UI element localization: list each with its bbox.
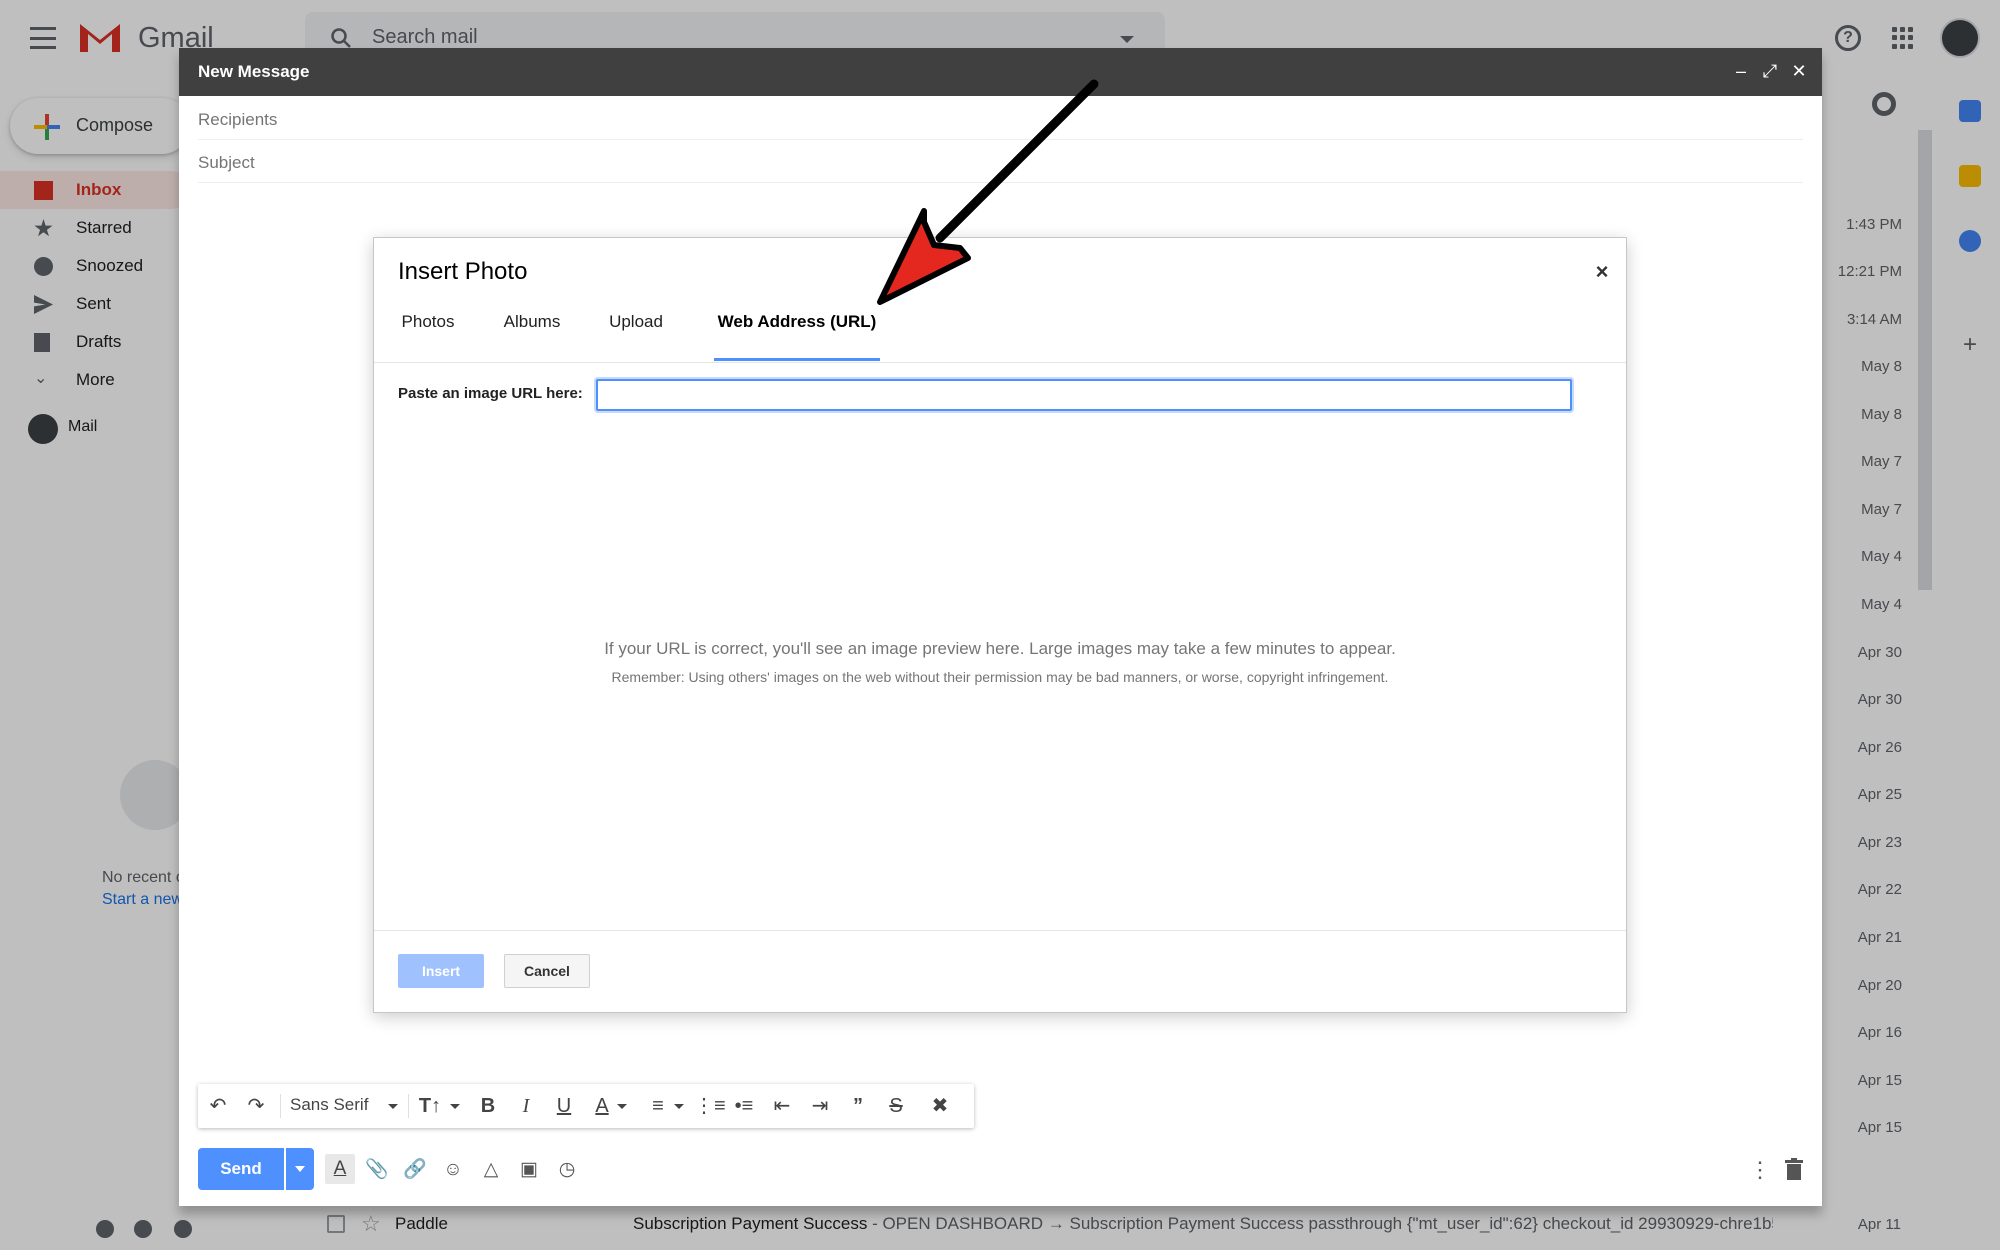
subject-placeholder: Subject bbox=[198, 153, 255, 172]
bulleted-list-icon[interactable]: •≡ bbox=[732, 1094, 756, 1118]
cancel-button[interactable]: Cancel bbox=[504, 954, 590, 988]
tab-photos[interactable]: Photos bbox=[398, 302, 458, 346]
italic-icon[interactable]: I bbox=[514, 1094, 538, 1118]
strikethrough-icon[interactable]: S bbox=[884, 1094, 908, 1118]
compose-header: New Message – ⤢ ✕ bbox=[179, 48, 1822, 96]
underline-icon[interactable]: U bbox=[552, 1094, 576, 1118]
drive-icon[interactable]: △ bbox=[479, 1158, 503, 1182]
url-label: Paste an image URL here: bbox=[398, 385, 583, 402]
active-tab-indicator bbox=[714, 358, 880, 361]
preview-hint: If your URL is correct, you'll see an im… bbox=[604, 639, 1396, 658]
insert-link-icon[interactable]: 🔗 bbox=[403, 1158, 427, 1182]
align-icon[interactable]: ≡ bbox=[646, 1094, 670, 1118]
emoji-icon[interactable]: ☺ bbox=[441, 1158, 465, 1182]
bold-icon[interactable]: B bbox=[476, 1094, 500, 1118]
recipients-field[interactable]: Recipients bbox=[198, 98, 1803, 140]
dialog-close-icon[interactable]: × bbox=[1590, 260, 1614, 284]
text-color-icon[interactable]: A bbox=[590, 1094, 614, 1118]
chevron-down-icon[interactable] bbox=[450, 1104, 460, 1109]
recipients-placeholder: Recipients bbox=[198, 110, 278, 129]
quote-icon[interactable]: ” bbox=[846, 1094, 870, 1118]
subject-field[interactable]: Subject bbox=[198, 141, 1803, 183]
image-url-input[interactable] bbox=[596, 379, 1572, 411]
dialog-title: Insert Photo bbox=[398, 258, 528, 285]
formatting-options-icon[interactable]: A bbox=[325, 1154, 355, 1184]
chevron-down-icon[interactable] bbox=[617, 1104, 627, 1109]
send-options-button[interactable] bbox=[286, 1148, 314, 1190]
tab-upload[interactable]: Upload bbox=[606, 302, 666, 346]
expand-icon[interactable]: ⤢ bbox=[1759, 60, 1781, 82]
insert-button[interactable]: Insert bbox=[398, 954, 484, 988]
attach-file-icon[interactable]: 📎 bbox=[365, 1158, 389, 1182]
trash-icon[interactable] bbox=[1785, 1158, 1803, 1180]
undo-icon[interactable]: ↶ bbox=[206, 1094, 230, 1118]
indent-less-icon[interactable]: ⇤ bbox=[770, 1094, 794, 1118]
send-button[interactable]: Send bbox=[198, 1148, 284, 1190]
compose-title: New Message bbox=[198, 62, 310, 81]
toolbar-divider bbox=[280, 1094, 281, 1118]
font-size-icon[interactable]: T↑ bbox=[418, 1094, 442, 1118]
insert-photo-dialog: Insert Photo × Photos Albums Upload Web … bbox=[373, 237, 1627, 1013]
confidential-mode-icon[interactable]: ◷ bbox=[555, 1158, 579, 1182]
close-icon[interactable]: ✕ bbox=[1788, 60, 1810, 82]
chevron-down-icon[interactable] bbox=[388, 1104, 398, 1109]
redo-icon[interactable]: ↷ bbox=[244, 1094, 268, 1118]
copyright-notice: Remember: Using others' images on the we… bbox=[611, 669, 1389, 685]
more-options-icon[interactable]: ⋮ bbox=[1749, 1158, 1771, 1182]
indent-more-icon[interactable]: ⇥ bbox=[808, 1094, 832, 1118]
tab-albums[interactable]: Albums bbox=[500, 302, 564, 346]
formatting-toolbar: ↶ ↷ Sans Serif T↑ B I U A ≡ ⋮≡ •≡ ⇤ ⇥ ” … bbox=[198, 1084, 974, 1128]
insert-photo-icon[interactable]: ▣ bbox=[517, 1158, 541, 1182]
dialog-divider bbox=[374, 362, 1626, 363]
remove-formatting-icon[interactable]: ✖ bbox=[928, 1094, 952, 1118]
toolbar-divider bbox=[408, 1094, 409, 1118]
minimize-icon[interactable]: – bbox=[1730, 60, 1752, 82]
chevron-down-icon[interactable] bbox=[674, 1104, 684, 1109]
dialog-footer-divider bbox=[374, 930, 1626, 931]
numbered-list-icon[interactable]: ⋮≡ bbox=[694, 1094, 726, 1118]
tab-web-address[interactable]: Web Address (URL) bbox=[714, 302, 880, 346]
font-family-select[interactable]: Sans Serif bbox=[290, 1095, 368, 1115]
